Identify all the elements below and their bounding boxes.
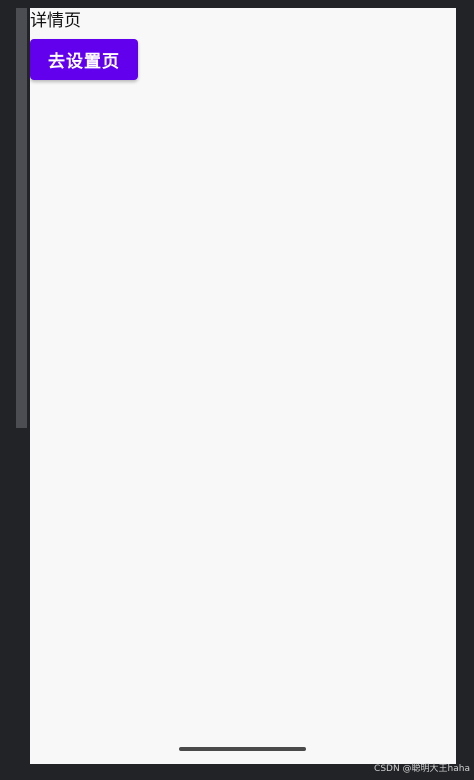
page-title: 详情页 bbox=[30, 11, 81, 31]
emulator-frame: 详情页 去设置页 CSDN @聪明大王haha bbox=[0, 0, 474, 780]
home-indicator[interactable] bbox=[179, 747, 306, 751]
watermark-text: CSDN @聪明大王haha bbox=[374, 764, 470, 774]
go-settings-button[interactable]: 去设置页 bbox=[30, 39, 138, 80]
status-bar bbox=[30, 8, 456, 34]
phone-screen: 详情页 去设置页 bbox=[30, 8, 456, 764]
side-scrollbar[interactable] bbox=[16, 8, 27, 428]
